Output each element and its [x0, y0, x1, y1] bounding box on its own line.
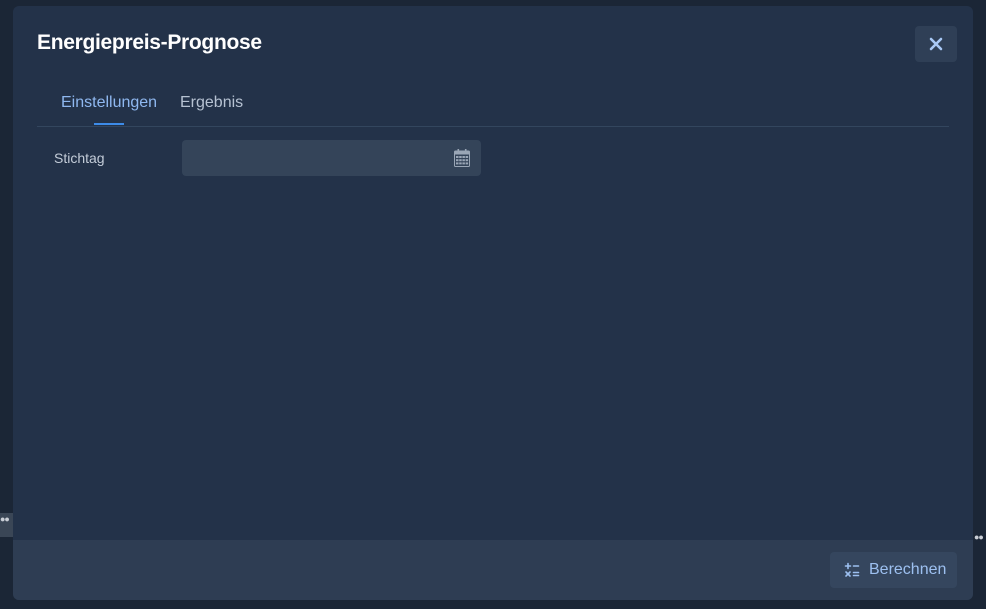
stichtag-input[interactable] [182, 140, 462, 176]
calculator-icon [844, 562, 860, 577]
tab-ergebnis[interactable]: Ergebnis [180, 94, 243, 112]
tab-bar: Einstellungen Ergebnis [37, 88, 949, 127]
close-icon [929, 37, 943, 51]
stichtag-label: Stichtag [54, 150, 105, 166]
dialog-title: Energiepreis-Prognose [37, 31, 262, 54]
close-button[interactable] [915, 26, 957, 62]
resize-handle-left-icon: ●● [0, 514, 10, 524]
active-tab-indicator [94, 123, 124, 125]
energy-price-forecast-dialog: Energiepreis-Prognose Einstellungen Erge… [13, 6, 973, 600]
calculate-button-label: Berechnen [869, 561, 947, 578]
tab-einstellungen[interactable]: Einstellungen [61, 94, 157, 112]
stichtag-date-field[interactable] [182, 140, 481, 176]
resize-handle-right-icon: ●● [974, 532, 984, 542]
dialog-footer: Berechnen [13, 540, 973, 600]
calculate-button[interactable]: Berechnen [830, 552, 957, 588]
calendar-icon[interactable] [454, 149, 470, 167]
